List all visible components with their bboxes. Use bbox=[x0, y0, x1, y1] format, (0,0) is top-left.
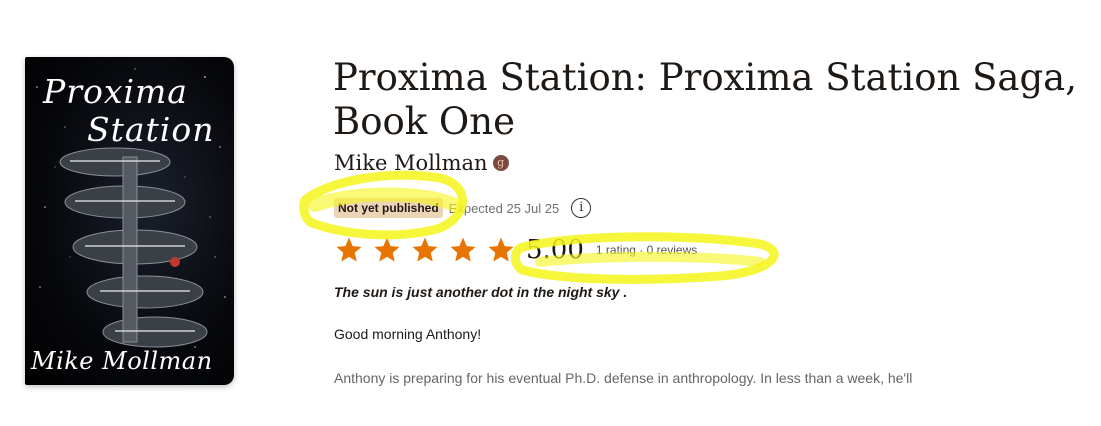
star-icon bbox=[486, 235, 516, 265]
cover-author: Mike Mollman bbox=[31, 347, 213, 375]
cover-title-line2: Station bbox=[87, 110, 215, 149]
star-icon bbox=[372, 235, 402, 265]
description-paragraph: Anthony is preparing for his eventual Ph… bbox=[334, 370, 913, 386]
star-icon bbox=[410, 235, 440, 265]
rating-value: 5.00 bbox=[526, 235, 584, 265]
author-link[interactable]: Mike Mollman bbox=[334, 151, 488, 175]
expected-date: Expected 25 Jul 25 bbox=[448, 200, 560, 216]
book-title: Proxima Station: Proxima Station Saga, B… bbox=[333, 56, 1077, 143]
rating-stars bbox=[334, 235, 524, 265]
description-paragraph: Good morning Anthony! bbox=[334, 326, 482, 342]
rating-row: 5.00 1 rating · 0 reviews bbox=[334, 232, 697, 268]
star-icon bbox=[334, 235, 364, 265]
author-row: Mike Mollman g bbox=[334, 150, 509, 176]
goodreads-author-icon: g bbox=[492, 155, 509, 171]
star-icon bbox=[448, 235, 478, 265]
book-cover[interactable]: Proxima Station Mike Mollman bbox=[25, 57, 234, 385]
status-badge: Not yet published bbox=[334, 198, 443, 218]
info-icon[interactable]: i bbox=[571, 198, 592, 218]
rating-count-link[interactable]: 1 rating · 0 reviews bbox=[596, 243, 697, 257]
publication-status-row: Not yet published Expected 25 Jul 25 i bbox=[334, 198, 592, 218]
cover-title: Proxima Station bbox=[43, 73, 228, 149]
description-tagline: The sun is just another dot in the night… bbox=[334, 284, 628, 300]
cover-title-line1: Proxima bbox=[43, 72, 188, 111]
